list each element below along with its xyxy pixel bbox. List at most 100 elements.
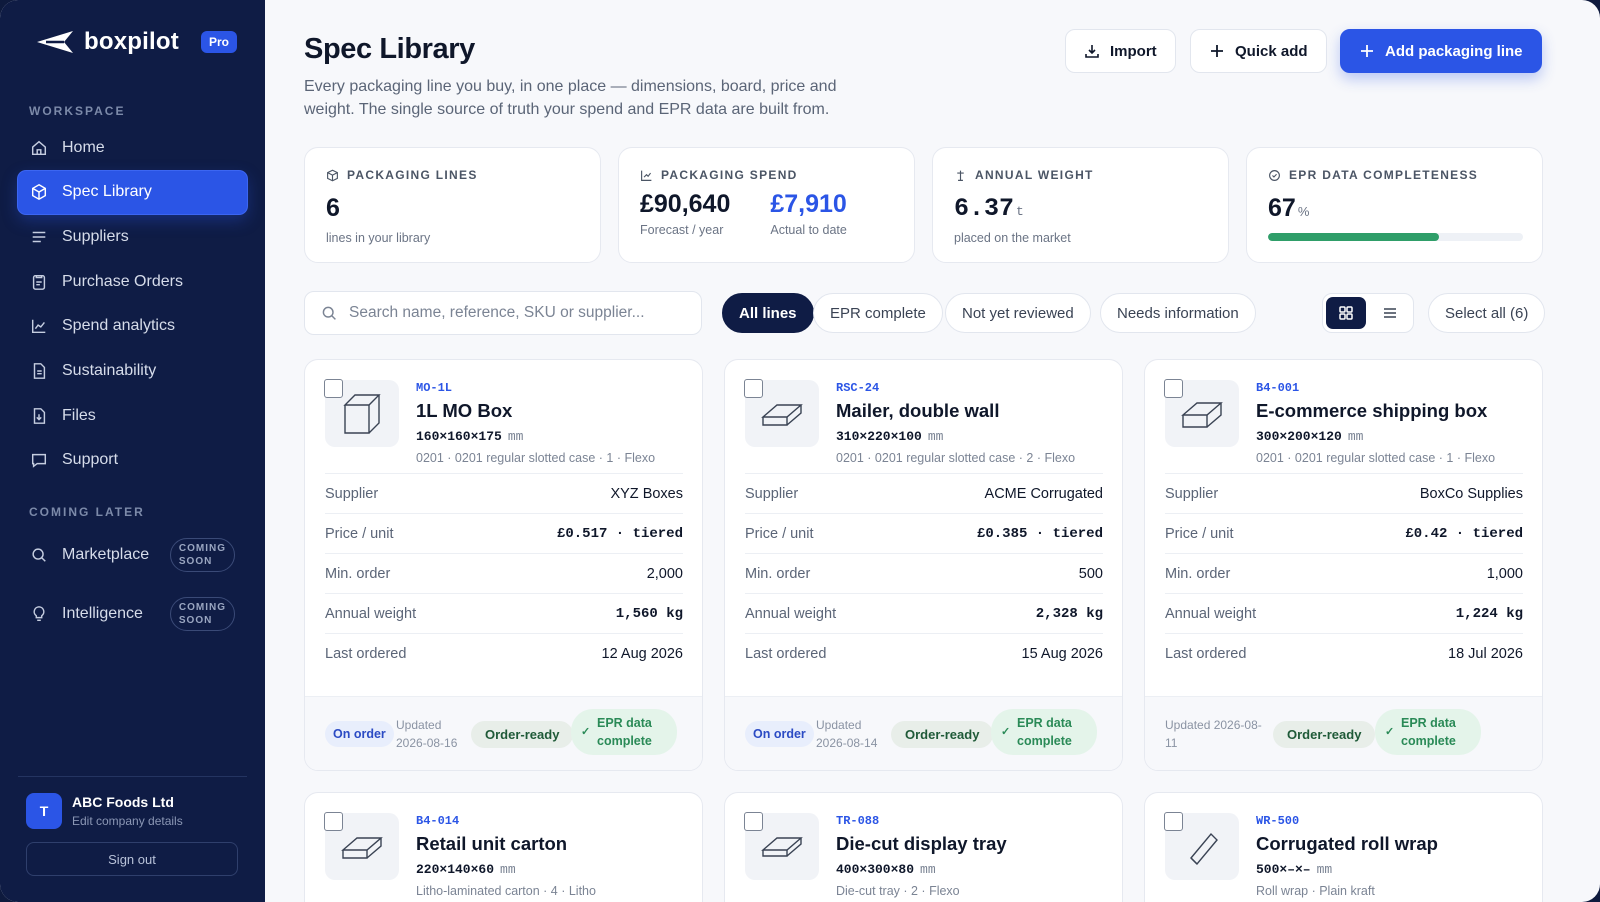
annual-weight-value: 2,328 kg <box>1035 605 1103 622</box>
sidebar-item-files[interactable]: Files <box>18 394 247 437</box>
spec-card[interactable]: B4-014 Retail unit carton 220×140×60 mm L… <box>304 792 703 902</box>
sidebar-item-label: Purchase Orders <box>62 272 183 290</box>
quick-add-button[interactable]: Quick add <box>1190 29 1327 73</box>
sidebar-item-intelligence[interactable]: Intelligence COMING SOON <box>18 594 247 634</box>
card-title[interactable]: Retail unit carton <box>416 833 567 855</box>
sidebar-item-spec-library[interactable]: Spec Library <box>18 170 247 214</box>
supplier-value: XYZ Boxes <box>610 485 683 502</box>
file-download-icon <box>33 407 46 424</box>
sidebar-item-purchase-orders[interactable]: Purchase Orders <box>18 260 247 303</box>
chart-icon <box>31 319 46 334</box>
packaging-lines-value: 6 <box>326 194 340 222</box>
select-all-button[interactable]: Select all (6) <box>1428 293 1546 333</box>
cube-box-icon <box>343 393 381 434</box>
sidebar-item-label: Spend analytics <box>62 317 175 335</box>
sidebar-item-suppliers[interactable]: Suppliers <box>18 215 247 258</box>
last-ordered-value: 12 Aug 2026 <box>601 645 683 662</box>
grid-icon <box>1339 306 1353 320</box>
flat-box-icon <box>761 403 803 426</box>
card-details: Supplier XYZ Boxes Price / unit £0.517 · t… <box>325 473 683 673</box>
search-icon <box>322 306 336 320</box>
supplier-value: ACME Corrugated <box>984 485 1103 502</box>
add-packaging-line-button[interactable]: Add packaging line <box>1340 29 1542 73</box>
price-value: £0.42 · tiered <box>1405 525 1523 542</box>
forecast-spend-value: £90,640 <box>640 190 731 218</box>
page-subtitle: Every packaging line you buy, in one pla… <box>304 78 837 118</box>
grid-view-button[interactable] <box>1326 297 1366 329</box>
card-checkbox[interactable] <box>1164 812 1183 831</box>
epr-completeness-value: 67 <box>1268 194 1296 222</box>
filter-chip-epr-complete[interactable]: EPR complete <box>813 293 943 333</box>
sign-out-button[interactable]: Sign out <box>26 842 238 876</box>
card-checkbox[interactable] <box>1164 379 1183 398</box>
box-icon <box>327 169 338 181</box>
spec-card[interactable]: TR-088 Die-cut display tray 400×300×80 mm… <box>724 792 1123 902</box>
edit-company-link[interactable]: Edit company details <box>72 814 183 828</box>
filter-chip-not-yet-reviewed[interactable]: Not yet reviewed <box>945 293 1091 333</box>
spec-card[interactable]: B4-001 E-commerce shipping box 300×200×1… <box>1144 359 1543 771</box>
main-content: Spec Library Every packaging line you bu… <box>265 0 1600 902</box>
annual-weight-value: 1,560 kg <box>615 605 683 622</box>
view-toggle <box>1322 293 1414 333</box>
card-checkbox[interactable] <box>324 812 343 831</box>
stat-packaging-lines: PACKAGING LINES 6 lines in your library <box>304 147 601 263</box>
sidebar-item-home[interactable]: Home <box>18 126 247 169</box>
page-title: Spec Library <box>304 33 475 65</box>
search-box[interactable] <box>304 291 702 335</box>
list-view-button[interactable] <box>1370 297 1410 329</box>
order-ready-badge: Order-ready <box>1273 721 1376 748</box>
sidebar-item-spend-analytics[interactable]: Spend analytics <box>18 305 247 348</box>
card-footer: On order Updated 2026-08-16 Order-ready ✓… <box>305 696 702 770</box>
epr-complete-badge: ✓ EPR data complete <box>1375 709 1481 755</box>
card-ref: B4-014 <box>416 814 460 828</box>
check-icon: ✓ <box>1001 726 1011 738</box>
min-order-value: 2,000 <box>646 565 683 582</box>
last-ordered-value: 18 Jul 2026 <box>1448 645 1523 662</box>
card-title[interactable]: Die-cut display tray <box>836 833 1007 855</box>
card-checkbox[interactable] <box>744 812 763 831</box>
sidebar-item-support[interactable]: Support <box>18 439 247 482</box>
plus-icon <box>1361 45 1373 57</box>
card-description: Roll wrap · Plain kraft <box>1256 884 1375 898</box>
card-dimensions: 400×300×80 mm <box>836 862 936 877</box>
card-title[interactable]: E-commerce shipping box <box>1256 400 1487 422</box>
clipboard-icon <box>32 274 46 290</box>
brand-name: boxpilot <box>84 28 179 55</box>
coming-later-section-label: COMING LATER <box>29 505 145 519</box>
document-icon <box>33 363 46 379</box>
account-switcher[interactable]: T ABC Foods Ltd Edit company details <box>26 793 183 829</box>
card-checkbox[interactable] <box>744 379 763 398</box>
card-description: 0201 · 0201 regular slotted case · 2 · F… <box>836 451 1076 465</box>
annual-weight-value: 6.37 <box>954 194 1015 223</box>
list-icon <box>32 231 46 243</box>
annual-weight-value: 1,224 kg <box>1455 605 1523 622</box>
check-icon: ✓ <box>1385 726 1395 738</box>
tray-icon <box>761 836 803 857</box>
card-description: 0201 · 0201 regular slotted case · 1 · F… <box>416 451 656 465</box>
spec-card[interactable]: MO-1L 1L MO Box 160×160×175 mm 0201 · 020… <box>304 359 703 771</box>
card-details: Supplier ACME Corrugated Price / unit £0.3… <box>745 473 1103 673</box>
spec-card[interactable]: RSC-24 Mailer, double wall 310×220×100 mm… <box>724 359 1123 771</box>
sidebar-item-label: Marketplace <box>62 546 150 563</box>
epr-progress-bar <box>1268 233 1523 241</box>
sidebar-item-sustainability[interactable]: Sustainability <box>18 349 247 392</box>
sidebar-item-marketplace[interactable]: Marketplace COMING SOON <box>18 535 247 575</box>
card-title[interactable]: Corrugated roll wrap <box>1256 833 1438 855</box>
card-title[interactable]: 1L MO Box <box>416 400 512 422</box>
workspace-section-label: WORKSPACE <box>29 104 126 118</box>
filter-chip-all-lines[interactable]: All lines <box>722 293 814 333</box>
card-checkbox[interactable] <box>324 379 343 398</box>
sidebar-item-label: Spec Library <box>62 183 152 201</box>
card-ref: RSC-24 <box>836 381 880 395</box>
search-input[interactable] <box>349 304 689 322</box>
card-dimensions: 310×220×100 mm <box>836 429 944 444</box>
card-description: Litho-laminated carton · 4 · Litho <box>416 884 596 898</box>
on-order-badge: On order <box>745 721 814 747</box>
spec-card[interactable]: WR-500 Corrugated roll wrap 500×–×– mm Ro… <box>1144 792 1543 902</box>
check-circle-icon <box>1269 169 1280 181</box>
brand[interactable]: boxpilot <box>36 28 179 56</box>
card-ref: TR-088 <box>836 814 880 828</box>
import-button[interactable]: Import <box>1065 29 1176 73</box>
filter-chip-needs-information[interactable]: Needs information <box>1100 293 1256 333</box>
card-title[interactable]: Mailer, double wall <box>836 400 999 422</box>
